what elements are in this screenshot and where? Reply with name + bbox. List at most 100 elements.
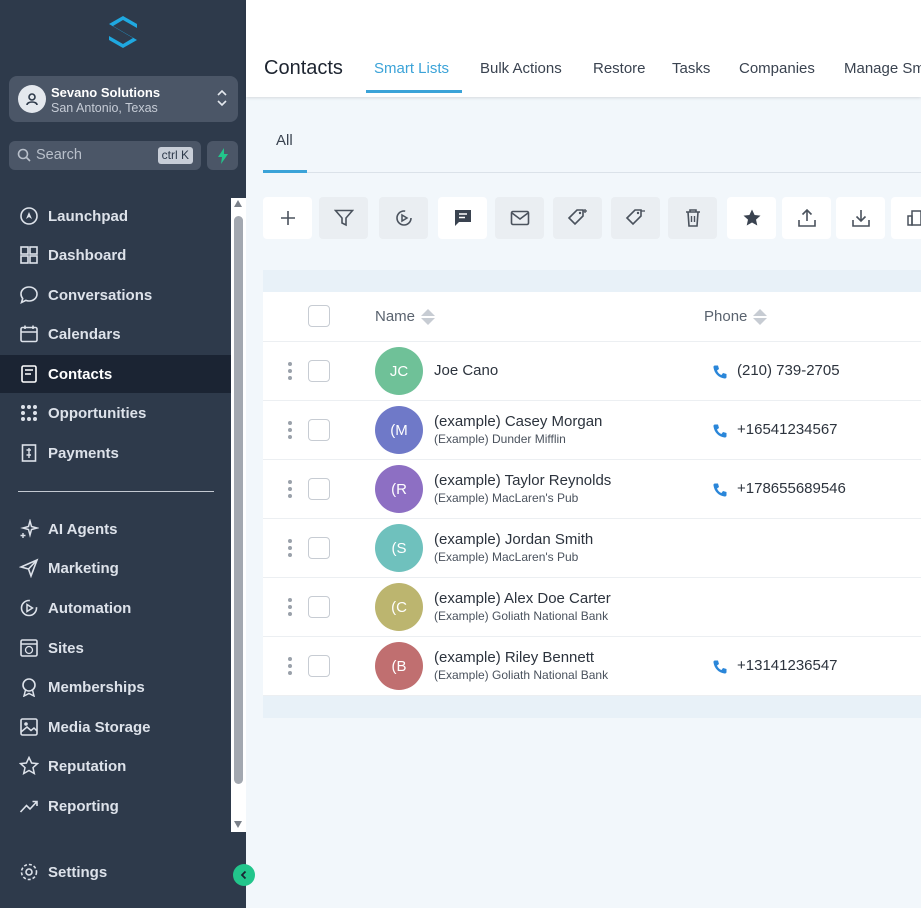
- remove-tag-button[interactable]: [611, 197, 660, 239]
- sidebar-item-dashboard[interactable]: Dashboard: [0, 236, 231, 274]
- star-icon: [743, 209, 760, 226]
- row-checkbox[interactable]: [308, 596, 330, 618]
- contact-name-link[interactable]: (example) Jordan Smith: [434, 531, 593, 548]
- sidebar-item-opportunities[interactable]: Opportunities: [0, 394, 231, 432]
- table-row[interactable]: (R (example) Taylor Reynolds (Example) Mac…: [263, 460, 921, 519]
- sidebar-item-label: Settings: [48, 863, 108, 881]
- quick-action-button[interactable]: [207, 141, 238, 170]
- sidebar-item-reporting[interactable]: Reporting: [0, 787, 231, 825]
- avatar[interactable]: (R: [375, 465, 423, 513]
- table-row[interactable]: (C (example) Alex Doe Carter (Example) Gol…: [263, 578, 921, 637]
- phone-icon[interactable]: [712, 364, 728, 385]
- sidebar-item-sites[interactable]: Sites: [0, 629, 231, 667]
- delete-contacts-button[interactable]: [668, 197, 717, 239]
- tab-bulk-actions[interactable]: Bulk Actions: [480, 60, 562, 77]
- row-drag-handle-icon[interactable]: [288, 598, 292, 616]
- row-drag-handle-icon[interactable]: [288, 657, 292, 675]
- avatar[interactable]: JC: [375, 347, 423, 395]
- sidebar-scrollbar[interactable]: [231, 198, 246, 832]
- avatar[interactable]: (M: [375, 406, 423, 454]
- phone-icon[interactable]: [712, 659, 728, 680]
- account-name: Sevano Solutions: [51, 85, 161, 100]
- chat-icon: [18, 284, 40, 306]
- brand-logo[interactable]: [104, 14, 142, 50]
- phone-icon[interactable]: [712, 423, 728, 444]
- row-drag-handle-icon[interactable]: [288, 362, 292, 380]
- sidebar-item-media-storage[interactable]: Media Storage: [0, 708, 231, 746]
- sidebar-item-conversations[interactable]: Conversations: [0, 276, 231, 314]
- send-sms-button[interactable]: [438, 197, 487, 239]
- avatar[interactable]: (S: [375, 524, 423, 572]
- select-all-checkbox[interactable]: [308, 305, 330, 327]
- contact-phone[interactable]: +13141236547: [737, 657, 838, 674]
- collapse-sidebar-button[interactable]: [233, 864, 255, 886]
- contact-name-link[interactable]: (example) Casey Morgan: [434, 413, 602, 430]
- contact-phone[interactable]: (210) 739-2705: [737, 362, 840, 379]
- sidebar-item-label: Reputation: [48, 757, 127, 775]
- scroll-down-arrow[interactable]: [234, 821, 242, 828]
- table-row[interactable]: (B (example) Riley Bennett (Example) Golia…: [263, 637, 921, 696]
- sidebar-item-label: Sites: [48, 639, 84, 657]
- delete-icon: [685, 209, 700, 227]
- tab-manage-smart-lists[interactable]: Manage Sm: [844, 60, 921, 77]
- avatar[interactable]: (B: [375, 642, 423, 690]
- tab-smart-lists[interactable]: Smart Lists: [374, 60, 449, 77]
- contact-name-link[interactable]: Joe Cano: [434, 362, 498, 379]
- tab-tasks[interactable]: Tasks: [672, 60, 710, 77]
- account-switcher[interactable]: Sevano Solutions San Antonio, Texas: [9, 76, 238, 122]
- companies-button[interactable]: [891, 197, 921, 239]
- table-row[interactable]: JC Joe Cano (210) 739-2705: [263, 342, 921, 401]
- contact-phone[interactable]: +178655689546: [737, 480, 846, 497]
- sidebar-item-memberships[interactable]: Memberships: [0, 668, 231, 706]
- sidebar-item-label: Opportunities: [48, 404, 147, 422]
- sidebar-item-marketing[interactable]: Marketing: [0, 549, 231, 587]
- filter-button[interactable]: [319, 197, 368, 239]
- sidebar-item-payments[interactable]: Payments: [0, 434, 231, 472]
- row-drag-handle-icon[interactable]: [288, 480, 292, 498]
- row-checkbox[interactable]: [308, 419, 330, 441]
- sidebar-item-settings[interactable]: Settings: [0, 853, 231, 891]
- add-tag-icon: [567, 209, 587, 226]
- sidebar-item-launchpad[interactable]: Launchpad: [0, 197, 231, 235]
- tab-restore[interactable]: Restore: [593, 60, 646, 77]
- send-email-button[interactable]: [495, 197, 544, 239]
- scroll-up-arrow[interactable]: [234, 200, 242, 207]
- globe-icon: [18, 637, 40, 659]
- row-drag-handle-icon[interactable]: [288, 421, 292, 439]
- contact-phone[interactable]: +16541234567: [737, 421, 838, 438]
- sort-icon[interactable]: [421, 308, 436, 325]
- favorite-button[interactable]: [727, 197, 776, 239]
- contact-name-link[interactable]: (example) Alex Doe Carter: [434, 590, 611, 607]
- smart-list-tab-all[interactable]: All: [276, 132, 293, 149]
- add-to-automation-button[interactable]: [379, 197, 428, 239]
- sidebar-item-contacts[interactable]: Contacts: [0, 355, 231, 393]
- location-icon: [18, 85, 46, 113]
- sort-icon[interactable]: [753, 308, 768, 325]
- export-button[interactable]: [782, 197, 831, 239]
- add-tag-button[interactable]: [553, 197, 602, 239]
- sidebar-item-reputation[interactable]: Reputation: [0, 747, 231, 785]
- row-drag-handle-icon[interactable]: [288, 539, 292, 557]
- add-contact-button[interactable]: [263, 197, 312, 239]
- row-checkbox[interactable]: [308, 537, 330, 559]
- row-checkbox[interactable]: [308, 655, 330, 677]
- sidebar-item-label: Dashboard: [48, 246, 127, 264]
- phone-icon[interactable]: [712, 482, 728, 503]
- sidebar-item-ai-agents[interactable]: AI Agents: [0, 510, 231, 548]
- active-tab-indicator: [366, 90, 462, 93]
- table-row[interactable]: (S (example) Jordan Smith (Example) MacLar…: [263, 519, 921, 578]
- sidebar-item-calendars[interactable]: Calendars: [0, 315, 231, 353]
- scroll-thumb[interactable]: [234, 216, 243, 784]
- column-header-name[interactable]: Name: [375, 308, 436, 325]
- row-checkbox[interactable]: [308, 478, 330, 500]
- row-checkbox[interactable]: [308, 360, 330, 382]
- column-header-phone[interactable]: Phone: [704, 308, 768, 325]
- sidebar-item-automation[interactable]: Automation: [0, 589, 231, 627]
- table-row[interactable]: (M (example) Casey Morgan (Example) Dunder…: [263, 401, 921, 460]
- contact-name-link[interactable]: (example) Taylor Reynolds: [434, 472, 611, 489]
- contact-name-link[interactable]: (example) Riley Bennett: [434, 649, 594, 666]
- avatar[interactable]: (C: [375, 583, 423, 631]
- import-button[interactable]: [836, 197, 885, 239]
- search-input[interactable]: Search ctrl K: [9, 141, 201, 170]
- tab-companies[interactable]: Companies: [739, 60, 815, 77]
